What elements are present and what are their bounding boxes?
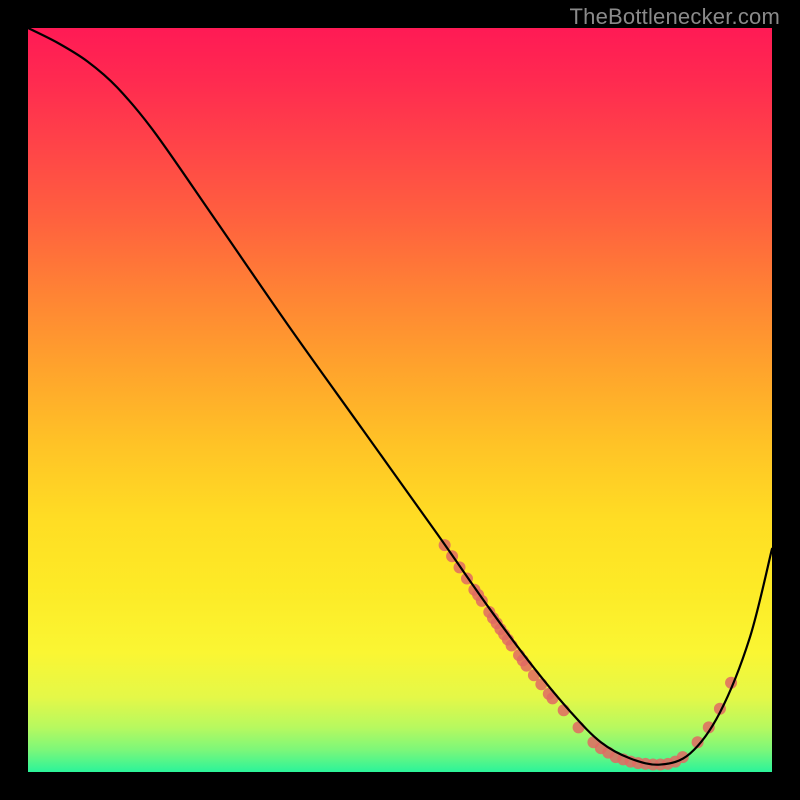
attribution-label: TheBottlenecker.com — [570, 4, 780, 30]
bottleneck-curve — [28, 28, 772, 765]
data-marker — [573, 721, 585, 733]
plot-area — [28, 28, 772, 772]
data-markers — [439, 539, 737, 770]
chart-svg — [28, 28, 772, 772]
data-marker — [535, 678, 547, 690]
chart-stage: TheBottlenecker.com — [0, 0, 800, 800]
data-marker — [520, 660, 532, 672]
data-marker — [547, 692, 559, 704]
